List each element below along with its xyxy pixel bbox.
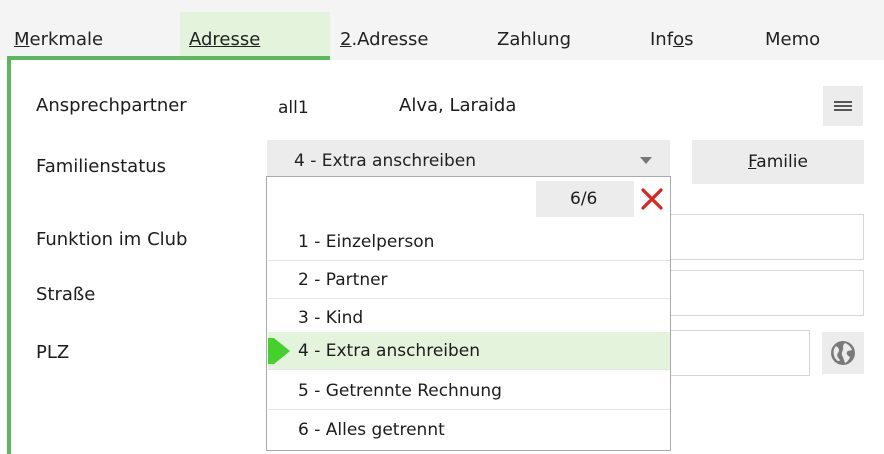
zip-label: PLZ	[36, 342, 70, 363]
tab-label-prefix: Inf	[650, 29, 674, 50]
tab-label-hotkey: A	[189, 29, 201, 50]
contact-code-value: all1	[278, 98, 309, 118]
street-label: Straße	[36, 284, 96, 305]
tab-label: erkmale	[29, 29, 104, 50]
tab-label: s	[684, 29, 694, 50]
option-label: 3 - Kind	[298, 308, 364, 328]
tab-merkmale[interactable]: Merkmale	[14, 12, 103, 60]
city-input[interactable]	[660, 330, 810, 376]
panel-top-border	[7, 56, 187, 60]
chevron-down-icon	[640, 157, 652, 164]
tab-2-adresse[interactable]: 2.Adresse	[340, 12, 429, 60]
tab-label-hotkey: o	[673, 29, 685, 50]
option-label: 4 - Extra anschreiben	[298, 341, 481, 361]
tab-label-hotkey: M	[14, 29, 30, 50]
family-button[interactable]: Familie	[692, 140, 864, 184]
close-icon	[641, 188, 663, 210]
street-input[interactable]	[660, 270, 864, 316]
contact-name: Alva, Laraida	[399, 95, 517, 116]
tab-adresse[interactable]: Adresse	[180, 12, 330, 60]
option-label: 6 - Alles getrennt	[298, 420, 445, 440]
tab-label: Zahlung	[497, 29, 572, 50]
globe-icon	[831, 341, 855, 365]
tab-label: dresse	[201, 29, 261, 50]
dropdown-close-button[interactable]	[634, 181, 670, 217]
function-label: Funktion im Club	[36, 229, 188, 250]
tab-bar	[0, 0, 884, 60]
contact-label: Ansprechpartner	[36, 95, 187, 116]
family-status-value: 4 - Extra anschreiben	[294, 151, 477, 171]
hamburger-icon	[834, 99, 852, 113]
contact-code-input[interactable]: all1	[267, 84, 397, 130]
dropdown-option-selected[interactable]: 4 - Extra anschreiben	[268, 332, 670, 370]
selection-arrow-icon	[274, 338, 290, 364]
dropdown-option[interactable]: 6 - Alles getrennt	[268, 411, 670, 449]
tab-label-hotkey: 2	[340, 29, 352, 50]
menu-button[interactable]	[823, 86, 863, 126]
tab-infos[interactable]: Infos	[650, 12, 693, 60]
tab-memo[interactable]: Memo	[765, 12, 820, 60]
active-tab-indicator	[180, 56, 330, 60]
tab-zahlung[interactable]: Zahlung	[497, 12, 571, 60]
dropdown-option[interactable]: 2 - Partner	[268, 261, 670, 299]
option-label: 2 - Partner	[298, 270, 388, 290]
tab-label: Memo	[765, 29, 821, 50]
option-label: 5 - Getrennte Rechnung	[298, 381, 502, 401]
globe-button[interactable]	[822, 332, 864, 374]
panel-left-border	[7, 56, 11, 454]
dropdown-header: 6/6	[267, 177, 670, 219]
tab-label: .Adresse	[351, 29, 429, 50]
option-label: 1 - Einzelperson	[298, 232, 435, 252]
family-button-label: amilie	[756, 152, 808, 172]
dropdown-option[interactable]: 5 - Getrennte Rechnung	[268, 372, 670, 410]
family-status-dropdown: 6/6 1 - Einzelperson 2 - Partner 3 - Kin…	[266, 176, 671, 451]
function-input[interactable]	[660, 214, 864, 260]
family-status-label: Familienstatus	[36, 156, 167, 177]
dropdown-count: 6/6	[536, 181, 634, 217]
dropdown-option[interactable]: 1 - Einzelperson	[268, 223, 670, 261]
